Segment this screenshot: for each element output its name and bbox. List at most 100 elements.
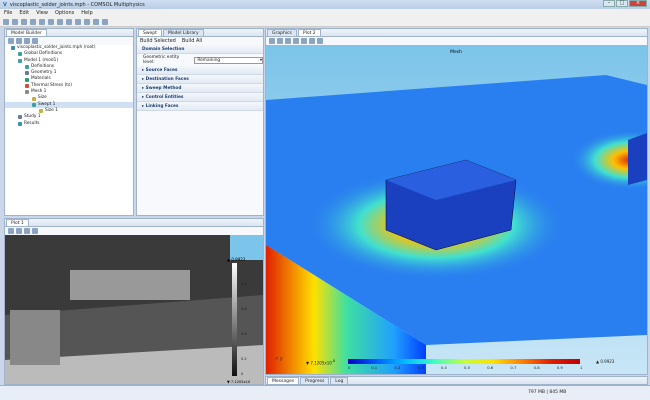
print-icon[interactable] <box>30 18 36 25</box>
tree-node-icon <box>32 96 36 101</box>
colorbar: ▼ 7.1205x10-8 0 0.1 0.2 0.3 0.4 0.5 0.6 0.7 0.8 0… <box>306 359 636 373</box>
section-header[interactable]: ▸ Linking Faces <box>137 102 263 111</box>
main-toolbar <box>0 17 650 27</box>
tab-progress[interactable]: Progress <box>300 377 330 384</box>
zoom-out-icon[interactable] <box>277 38 283 44</box>
tab-log[interactable]: Log <box>330 377 349 384</box>
entity-level-select[interactable]: Remaining ▾ <box>194 56 263 64</box>
add-physics-icon[interactable] <box>93 18 99 25</box>
zoom-extents-icon[interactable] <box>293 38 299 44</box>
menu-options[interactable]: Options <box>55 10 74 16</box>
tree-node-icon <box>25 77 29 82</box>
colorbar-tick: 0.6 <box>241 307 247 311</box>
open-icon[interactable] <box>12 18 18 25</box>
screenshot-icon[interactable] <box>32 228 38 234</box>
tree-item[interactable]: Results <box>5 121 133 127</box>
section-label: Sweep Method <box>145 86 182 91</box>
section-header[interactable]: ▸ Source Faces <box>137 66 263 75</box>
menu-bar: File Edit View Options Help <box>0 9 650 17</box>
colorbar-tick: 0.6 <box>487 365 494 370</box>
copy-icon[interactable] <box>57 18 63 25</box>
section-label: Control Entities <box>145 95 184 100</box>
tab-model-builder[interactable]: Model Builder <box>6 29 47 36</box>
axes-icon[interactable] <box>301 38 307 44</box>
colorbar-tick: 0.5 <box>464 365 471 370</box>
tree-node-icon <box>25 83 29 88</box>
zoom-box-icon[interactable] <box>285 38 291 44</box>
colorbar-tick: 0.9 <box>556 365 563 370</box>
title-bar: V viscoplastic_solder_joints.mph - COMSO… <box>0 0 650 9</box>
section-header[interactable]: ▸ Destination Faces <box>137 75 263 84</box>
tree-node-icon <box>32 102 36 107</box>
tree-node-icon <box>25 71 29 76</box>
screenshot-icon[interactable] <box>317 38 323 44</box>
colorbar-max-label: ▲ 0.9923 <box>227 257 246 262</box>
messages-panel: Messages Progress Log <box>265 376 648 385</box>
zoom-in-icon[interactable] <box>269 38 275 44</box>
save-icon[interactable] <box>21 18 27 25</box>
build-all-button[interactable]: Build All <box>182 38 202 44</box>
plot1-canvas[interactable]: ▲ 0.9923 ▼ 7.1205x10 0.8 0.6 0.4 0.2 0 <box>5 235 263 384</box>
entity-level-label: Geometric entity level: <box>143 55 180 65</box>
tab-model-library[interactable]: Model Library <box>162 29 204 36</box>
minimize-button[interactable]: – <box>603 0 615 7</box>
memory-usage: 797 MB | 845 MB <box>528 390 567 395</box>
collapse-icon[interactable] <box>24 38 30 44</box>
new-icon[interactable] <box>3 18 9 25</box>
forward-icon[interactable] <box>16 38 22 44</box>
results-icon[interactable] <box>84 18 90 25</box>
tree-item-label: Size 1 <box>45 107 58 113</box>
axis-triad: ↗ y <box>274 356 283 362</box>
undo-icon[interactable] <box>39 18 45 25</box>
menu-view[interactable]: View <box>36 10 48 16</box>
status-bar: 797 MB | 845 MB <box>0 385 650 400</box>
view-icon[interactable] <box>309 38 315 44</box>
colorbar-tick: 0.2 <box>394 365 401 370</box>
entity-level-value: Remaining <box>197 57 221 63</box>
mesh-plot-canvas[interactable]: Mesh ↗ y <box>266 45 647 374</box>
domain-selection-section[interactable]: Domain Selection <box>137 45 263 54</box>
colorbar-tick: 0.7 <box>510 365 517 370</box>
colorbar-tick: 1 <box>580 365 583 370</box>
tree-node-icon <box>11 46 15 51</box>
colorbar-gradient <box>348 359 580 364</box>
tree-node-icon <box>25 90 29 95</box>
colorbar-gradient <box>232 263 237 376</box>
back-icon[interactable] <box>8 38 14 44</box>
zoom-out-icon[interactable] <box>16 228 22 234</box>
maximize-button[interactable]: □ <box>616 0 628 7</box>
paste-icon[interactable] <box>66 18 72 25</box>
chevron-down-icon: ▾ <box>259 57 262 63</box>
tab-plot-2[interactable]: Plot 2 <box>297 29 321 36</box>
tab-messages[interactable]: Messages <box>267 377 300 384</box>
section-header[interactable]: ▸ Control Entities <box>137 93 263 102</box>
zoom-in-icon[interactable] <box>8 228 14 234</box>
tree-node-icon <box>39 109 43 114</box>
colorbar-tick: 0.4 <box>440 365 447 370</box>
tab-graphics[interactable]: Graphics <box>267 29 297 36</box>
chip-package-2 <box>628 133 647 185</box>
colorbar-tick: 0.4 <box>241 332 247 336</box>
tree-node-icon <box>25 65 29 70</box>
plot-title: Mesh <box>450 49 462 55</box>
settings-panel: Swept Model Library Build Selected Build … <box>136 28 264 216</box>
close-button[interactable]: × <box>629 0 647 7</box>
section-label: Destination Faces <box>145 77 189 82</box>
section-header[interactable]: ▸ Sweep Method <box>137 84 263 93</box>
menu-file[interactable]: File <box>4 10 12 16</box>
tab-plot-1[interactable]: Plot 1 <box>6 219 29 226</box>
window-icon[interactable] <box>75 18 81 25</box>
zoom-extents-icon[interactable] <box>24 228 30 234</box>
expand-icon[interactable] <box>32 38 38 44</box>
model-tree: viscoplastic_solder_joints.mph (root) Glo… <box>5 45 133 127</box>
model-library-icon[interactable] <box>102 18 108 25</box>
section-label: Source Faces <box>145 68 178 73</box>
menu-edit[interactable]: Edit <box>19 10 29 16</box>
tab-swept[interactable]: Swept <box>138 29 162 36</box>
tree-node-icon <box>18 52 22 57</box>
redo-icon[interactable] <box>48 18 54 25</box>
tree-node-icon <box>18 115 22 120</box>
menu-help[interactable]: Help <box>81 10 92 16</box>
build-selected-button[interactable]: Build Selected <box>140 38 176 44</box>
colorbar-tick: 0.2 <box>241 357 247 361</box>
